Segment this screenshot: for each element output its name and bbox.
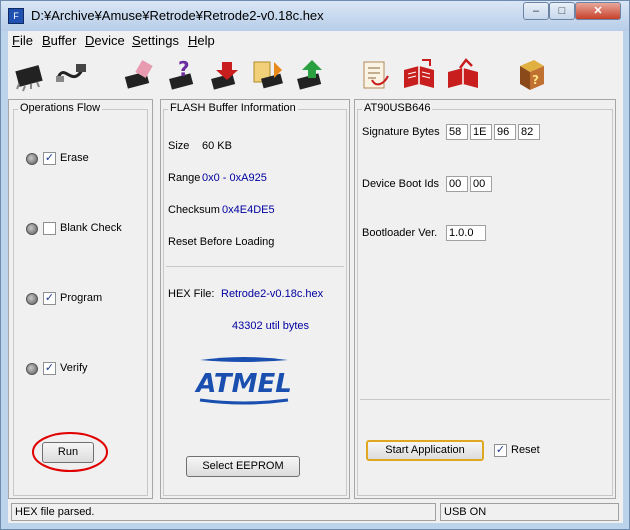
checksum-value: 0x4E4DE5 [222,204,275,216]
size-value: 60 KB [202,140,232,152]
erase-status-led [26,153,38,165]
run-button[interactable]: Run [42,442,94,463]
verify-icon[interactable] [294,58,328,92]
program-status-led [26,293,38,305]
program-checkbox[interactable]: ✓ [43,292,56,305]
boot-id-2[interactable]: 00 [470,176,492,192]
start-application-button[interactable]: Start Application [366,440,484,461]
flash-separator [166,266,344,267]
connection-status: USB ON [440,503,619,521]
erase-icon[interactable] [122,58,156,92]
select-eeprom-button[interactable]: Select EEPROM [186,456,300,477]
bootloader-version-label: Bootloader Ver. [362,227,438,239]
device-panel: AT90USB646 Signature Bytes 58 1E 96 82 D… [354,99,616,499]
device-boot-ids-label: Device Boot Ids [362,178,440,190]
reset-checkbox[interactable]: ✓ [494,444,507,457]
save-hex-icon[interactable] [402,58,436,92]
close-button[interactable]: ✕ [575,2,621,20]
signature-byte-3[interactable]: 96 [494,124,516,140]
svg-text:?: ? [178,58,190,81]
operations-flow-legend: Operations Flow [18,102,103,114]
reset-label: Reset [511,444,540,456]
usb-communication-icon[interactable] [54,58,88,92]
hex-file-value: Retrode2-v0.18c.hex [221,288,324,300]
hex-bytes-value: 43302 util bytes [232,320,310,332]
erase-checkbox[interactable]: ✓ [43,152,56,165]
hex-file-label: HEX File: [168,288,215,300]
range-label: Range [168,172,201,184]
signature-byte-4[interactable]: 82 [518,124,540,140]
operations-flow-group: Operations Flow ✓ Erase Blank Check ✓ Pr… [13,102,148,496]
blank-check-checkbox[interactable] [43,222,56,235]
menu-bar: File Buffer Device Settings Help [8,31,623,51]
blank-check-status-led [26,223,38,235]
menu-buffer[interactable]: Buffer [42,33,76,48]
load-hex-icon[interactable] [358,58,392,92]
flash-buffer-panel: FLASH Buffer Information Size 60 KB Rang… [160,99,350,499]
range-value: 0x0 - 0xA925 [202,172,267,184]
program-icon[interactable] [208,58,242,92]
status-bar: HEX file parsed. USB ON [8,503,623,523]
signature-byte-1[interactable]: 58 [446,124,468,140]
checksum-label: Checksum [168,204,220,216]
bootloader-version-value[interactable]: 1.0.0 [446,225,486,241]
read-icon[interactable] [252,58,286,92]
title-bar[interactable]: F D:¥Archive¥Amuse¥Retrode¥Retrode2-v0.1… [1,1,629,31]
device-separator [360,399,610,400]
help-book-icon[interactable]: ? [514,58,548,92]
verify-status-led [26,363,38,375]
menu-help[interactable]: Help [188,33,215,48]
edit-buffer-icon[interactable] [446,58,480,92]
blank-check-label: Blank Check [60,222,122,234]
maximize-button[interactable]: □ [549,2,575,20]
svg-text:ATMEL: ATMEL [194,369,292,399]
window-title: D:¥Archive¥Amuse¥Retrode¥Retrode2-v0.18c… [31,8,324,23]
reset-before-loading-label: Reset Before Loading [168,236,275,248]
menu-device[interactable]: Device [85,33,125,48]
client-area: File Buffer Device Settings Help ? ? Ope… [8,31,623,523]
verify-label: Verify [60,362,88,374]
select-device-icon[interactable] [12,58,46,92]
flash-buffer-legend: FLASH Buffer Information [168,102,298,114]
verify-checkbox[interactable]: ✓ [43,362,56,375]
device-group: AT90USB646 Signature Bytes 58 1E 96 82 D… [357,102,613,496]
erase-label: Erase [60,152,89,164]
operations-panel: Operations Flow ✓ Erase Blank Check ✓ Pr… [8,99,153,499]
application-window: F D:¥Archive¥Amuse¥Retrode¥Retrode2-v0.1… [0,0,630,530]
menu-file[interactable]: File [12,33,33,48]
program-label: Program [60,292,103,304]
flash-buffer-group: FLASH Buffer Information Size 60 KB Rang… [163,102,347,496]
status-message: HEX file parsed. [11,503,436,521]
toolbar: ? ? [8,52,623,96]
svg-text:?: ? [532,73,539,87]
minimize-button[interactable]: – [523,2,549,20]
blank-check-icon[interactable]: ? [166,58,200,92]
atmel-logo: ATMEL [194,357,292,405]
signature-bytes-label: Signature Bytes [362,126,440,138]
flip-icon: F [8,8,24,24]
menu-settings[interactable]: Settings [132,33,179,48]
signature-byte-2[interactable]: 1E [470,124,492,140]
device-name-legend: AT90USB646 [362,102,433,114]
size-label: Size [168,140,190,152]
boot-id-1[interactable]: 00 [446,176,468,192]
